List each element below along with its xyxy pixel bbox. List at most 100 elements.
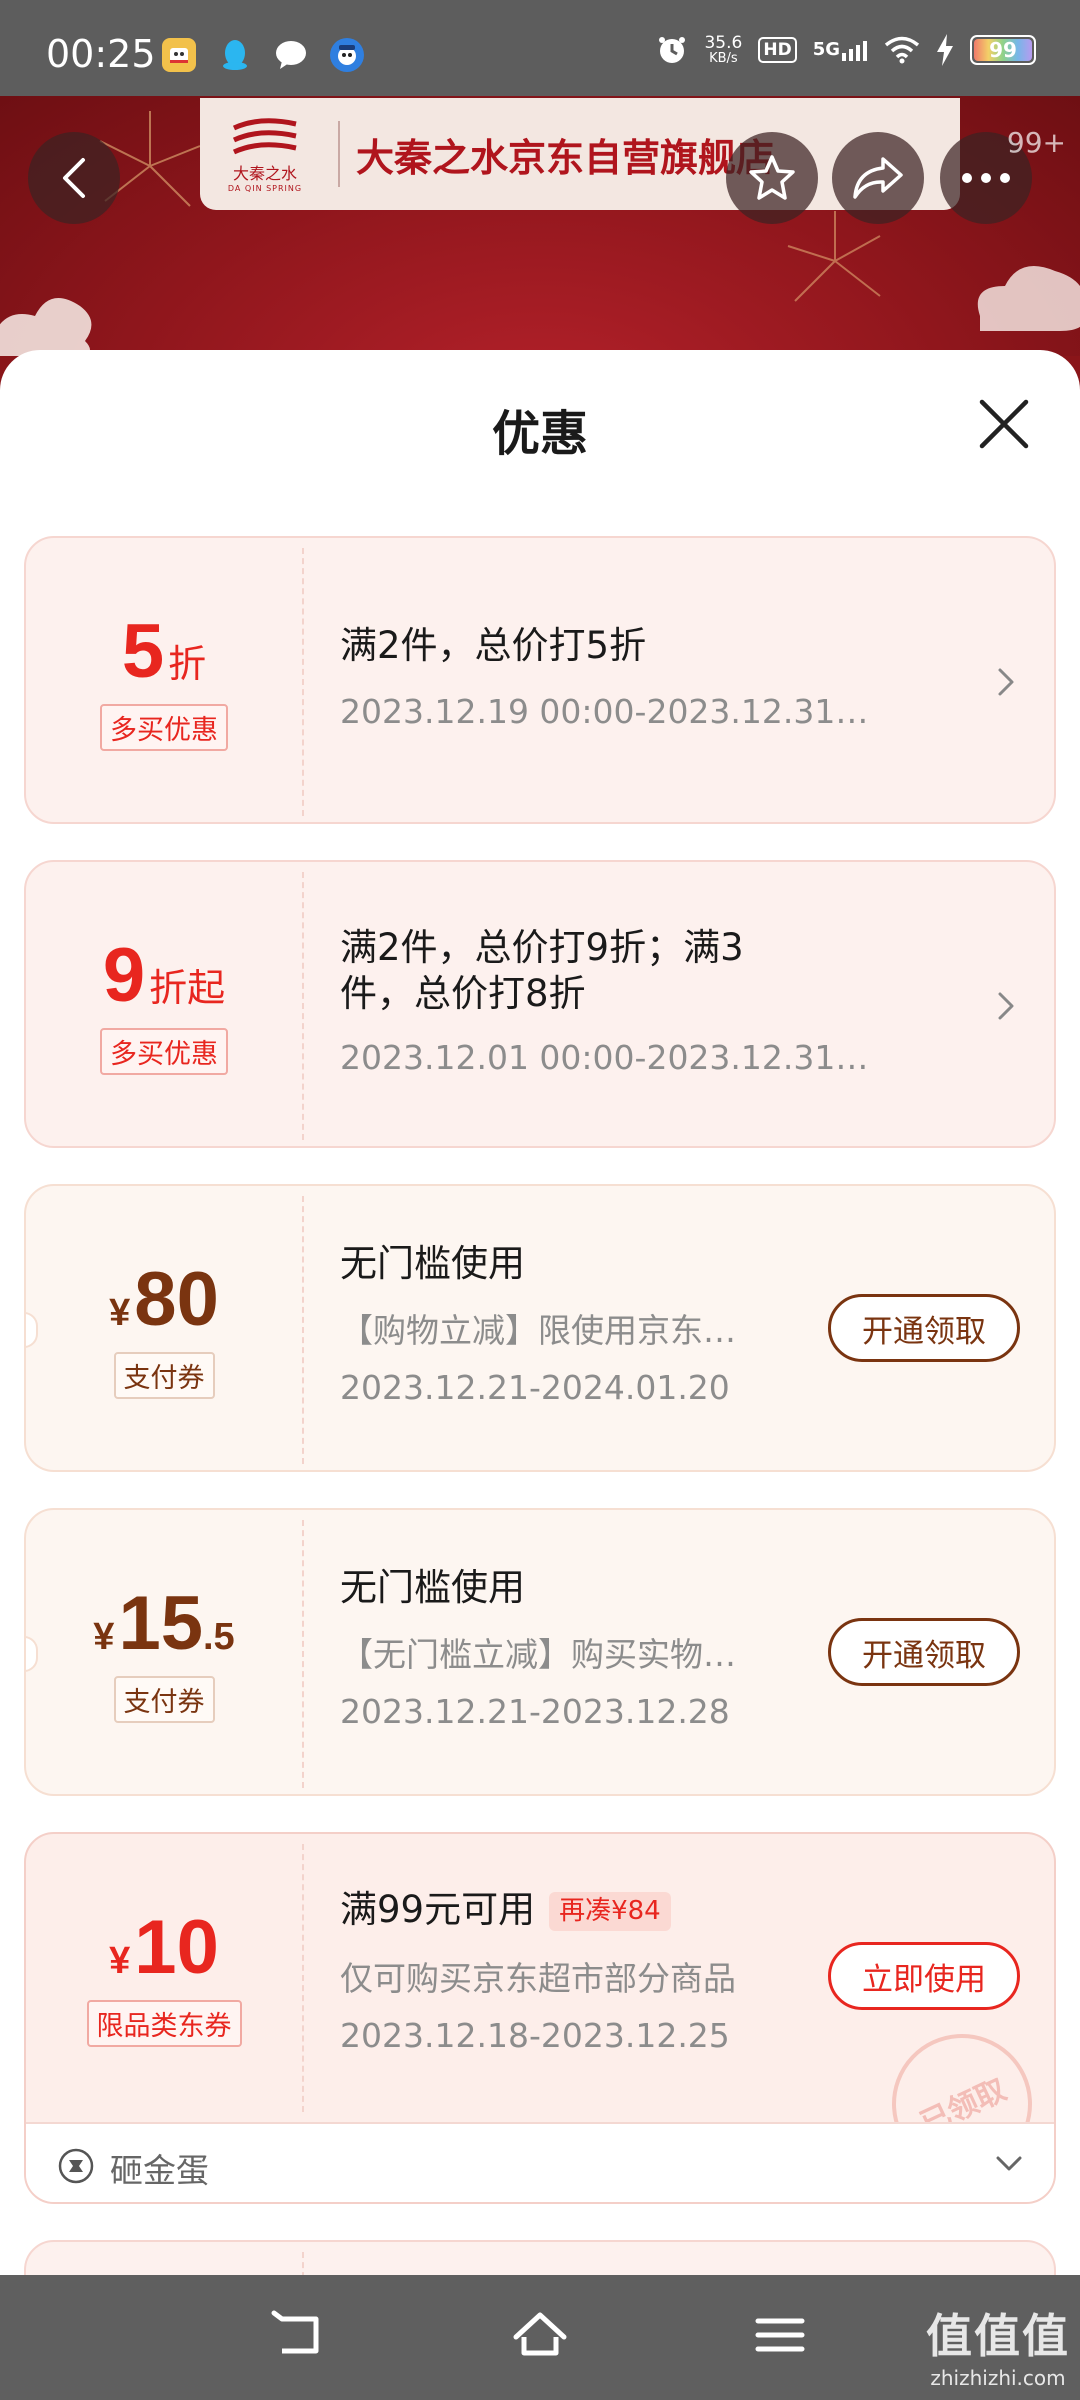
menu-nav-icon[interactable] (750, 2305, 810, 2365)
coupon-value-area: ¥ 80 支付券 (26, 1186, 302, 1470)
coupon-title-line-2: 件，总价打8折 (340, 972, 586, 1015)
coupon-title: 满2件，总价打5折 (340, 624, 647, 667)
coupon-currency: ¥ (109, 1291, 131, 1334)
coupon-value-unit: 折 (168, 643, 207, 686)
smash-egg-row[interactable]: 砸金蛋 (26, 2122, 1054, 2202)
chevron-down-icon[interactable] (994, 2152, 1024, 2176)
coupon-description: 仅可购买京东超市部分商品 (340, 1959, 736, 1998)
coupon-title: 无门槛使用 (340, 1242, 525, 1285)
battery-level: 99 (989, 38, 1017, 62)
coupon-divider (302, 548, 304, 816)
coupon-value-number: 10 (134, 1904, 219, 1990)
coupon-value-number: 5 (121, 608, 165, 694)
coupon-value-area: 9 折起 多买优惠 (26, 862, 302, 1146)
coupon-divider (302, 1844, 304, 2112)
coupon-card[interactable] (24, 2240, 1056, 2275)
star-icon (749, 155, 795, 200)
watermark: 值值值 zhizhizhi.com (926, 2300, 1070, 2390)
coupon-value-area: 5 折 多买优惠 (26, 538, 302, 822)
chevron-right-icon[interactable] (994, 662, 1018, 702)
coupon-divider (302, 2252, 304, 2275)
banner-divider (338, 121, 340, 187)
coupon-card: ¥ 15 .5 支付券 无门槛使用 【无门槛立减】购买实物… 2023.12.2… (24, 1508, 1056, 1796)
app-mascot-icon (330, 38, 364, 72)
coupon-date: 2023.12.01 00:00-2023.12.31… (340, 1038, 869, 1077)
qq-icon (218, 38, 252, 72)
coupon-currency: ¥ (93, 1615, 115, 1658)
network-speed-value: 35.6 (704, 33, 743, 53)
favorite-button[interactable] (726, 132, 818, 224)
coupon-value-number: 15 (118, 1580, 203, 1666)
coupon-value: 9 折起 (103, 937, 226, 1014)
sheet-title: 优惠 (491, 406, 588, 462)
signal-5g: 5G (813, 39, 868, 61)
coupon-currency: ¥ (109, 1939, 131, 1982)
coupon-card: ¥ 80 支付券 无门槛使用 【购物立减】限使用京东… 2023.12.21-2… (24, 1184, 1056, 1472)
chevron-right-icon[interactable] (994, 986, 1018, 1026)
coupon-value-area: ¥ 15 .5 支付券 (26, 1510, 302, 1794)
coupon-date: 2023.12.19 00:00-2023.12.31… (340, 692, 869, 731)
store-logo: 大秦之水 DA QIN SPRING (200, 104, 330, 204)
hd-badge: HD (758, 37, 797, 63)
network-type-label: 5G (812, 39, 840, 60)
coupon-title: 无门槛使用 (340, 1566, 525, 1609)
close-icon[interactable] (974, 394, 1034, 454)
battery-indicator: 99 (970, 35, 1036, 65)
alarm-icon (659, 37, 686, 63)
coupon-title-line-1: 满2件，总价打9折；满3 (340, 926, 744, 969)
coupon-title: 满99元可用 (340, 1888, 536, 1931)
activate-claim-button[interactable]: 开通领取 (828, 1294, 1020, 1362)
status-bar: 00:25 35.6 KB/s HD 5G 99 (0, 0, 1080, 96)
smash-egg-label: 砸金蛋 (110, 2151, 209, 2190)
coupon-date: 2023.12.21-2023.12.28 (340, 1692, 730, 1731)
watermark-text: 值值值 (926, 2309, 1070, 2363)
charging-icon (937, 34, 953, 66)
coupon-card[interactable]: 5 折 多买优惠 满2件，总价打5折 2023.12.19 00:00-2023… (24, 536, 1056, 824)
coupon-value: ¥ 10 (109, 1904, 219, 1990)
coupon-type-tag: 支付券 (113, 1351, 215, 1399)
coupon-type-tag: 多买优惠 (100, 1027, 228, 1075)
network-speed-unit: KB/s (709, 51, 738, 66)
store-name: 大秦之水京东自营旗舰店 (356, 135, 775, 180)
coupon-description: 【购物立减】限使用京东… (340, 1311, 736, 1350)
share-icon (853, 157, 903, 199)
more-dots-icon (962, 173, 1010, 183)
share-button[interactable] (832, 132, 924, 224)
coupon-divider (302, 1196, 304, 1464)
promotions-sheet: 优惠 5 折 多买优惠 满2件，总价打5折 2023.12.19 00:00-2… (0, 350, 1080, 2275)
system-nav-bar (0, 2275, 1080, 2400)
back-nav-icon[interactable] (270, 2305, 330, 2365)
coupon-value: ¥ 15 .5 (93, 1580, 234, 1666)
store-logo-cn: 大秦之水 (232, 163, 297, 183)
network-speed: 35.6 KB/s (704, 33, 743, 66)
more-badge: 99+ (1006, 126, 1066, 159)
status-app-icons (162, 38, 364, 72)
watermark-url: zhizhizhi.com (930, 2366, 1066, 2390)
coupon-value: 5 折 (121, 608, 207, 694)
home-nav-icon[interactable] (510, 2305, 570, 2365)
coupon-card[interactable]: 9 折起 多买优惠 满2件，总价打9折；满3 件，总价打8折 2023.12.0… (24, 860, 1056, 1148)
message-icon (274, 38, 308, 72)
coupon-value-unit: 折起 (149, 967, 226, 1010)
coupon-divider (302, 1520, 304, 1788)
coupon-date: 2023.12.21-2024.01.20 (340, 1368, 730, 1407)
coupon-title-row: 满99元可用 再凑¥84 (340, 1888, 671, 1932)
coupon-value: ¥ 80 (109, 1256, 219, 1342)
coupon-divider (302, 872, 304, 1140)
status-time: 00:25 (46, 32, 156, 76)
add-more-tag: 再凑¥84 (549, 1891, 671, 1932)
back-button[interactable] (28, 132, 120, 224)
status-indicators: 35.6 KB/s HD 5G 99 (656, 34, 1036, 66)
brand-wave-icon (232, 117, 297, 154)
activate-claim-button[interactable]: 开通领取 (828, 1618, 1020, 1686)
coupon-date: 2023.12.18-2023.12.25 (340, 2016, 730, 2055)
coupon-value-number: 80 (134, 1256, 219, 1342)
coupon-type-tag: 支付券 (113, 1675, 215, 1723)
app-notification-icon (162, 38, 196, 72)
wifi-icon (884, 36, 920, 64)
use-now-button[interactable]: 立即使用 (828, 1942, 1020, 2010)
coupon-type-tag: 限品类东券 (86, 1999, 242, 2047)
smash-egg-icon (58, 2148, 94, 2184)
store-header: 大秦之水 DA QIN SPRING 大秦之水京东自营旗舰店 99+ (0, 96, 1080, 356)
coupon-type-tag: 多买优惠 (100, 703, 228, 751)
